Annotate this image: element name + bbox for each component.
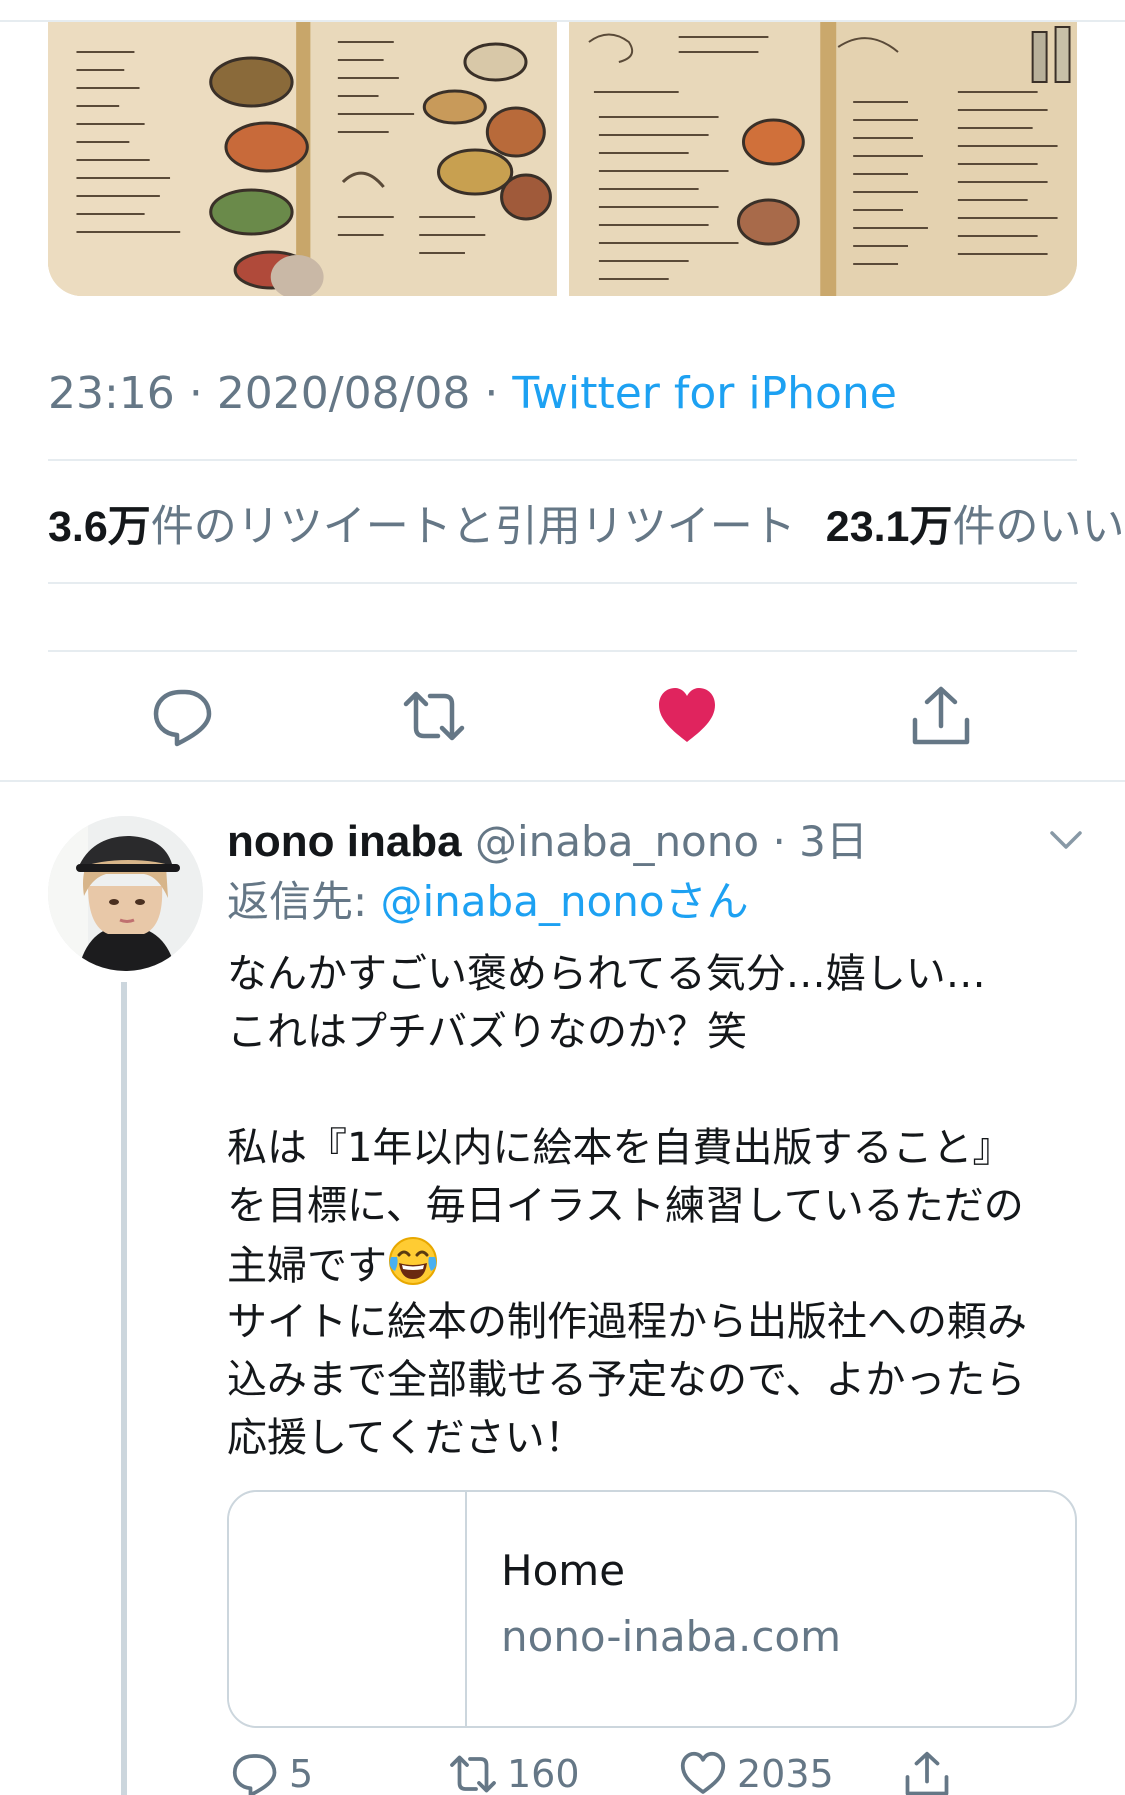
menu-photo-left[interactable] xyxy=(48,22,557,296)
like-count: 23.1万 xyxy=(825,503,953,551)
text-line: これはプチバズりなのか？笑 xyxy=(227,1009,747,1055)
username[interactable]: @inaba_nono xyxy=(475,817,759,866)
text-line: 応援してください！ xyxy=(227,1415,585,1461)
replying-to-label: 返信先: xyxy=(227,877,368,926)
chevron-down-icon[interactable] xyxy=(1046,820,1086,860)
share-icon xyxy=(912,686,970,745)
text-line xyxy=(227,1061,1077,1119)
display-name[interactable]: nono inaba xyxy=(227,817,462,866)
reply-header: nono inaba @inaba_nono · 3日 xyxy=(227,808,868,869)
text-line-with-emoji: 主婦です xyxy=(227,1235,1077,1293)
likes-stat[interactable]: 23.1万件のいいね xyxy=(826,502,1125,552)
meta-separator: · xyxy=(484,368,499,419)
like-label: 件のいいね xyxy=(952,502,1125,552)
retweet-icon xyxy=(403,691,465,741)
reply-button[interactable] xyxy=(147,680,219,752)
link-card-thumbnail xyxy=(229,1492,467,1726)
tweet-detail-screen: 23:16 · 2020/08/08 · Twitter for iPhone … xyxy=(0,0,1125,1795)
menu-photo-right[interactable] xyxy=(568,22,1077,296)
reply-text: なんかすごい褒められてる気分…嬉しい… これはプチバズりなのか？笑 私は『1年以… xyxy=(227,945,1077,1467)
link-card-title: Home xyxy=(501,1546,626,1595)
thread-connector xyxy=(121,982,127,1795)
reply-icon xyxy=(153,689,212,747)
tweet-action-bar xyxy=(48,650,1077,782)
like-count: 2035 xyxy=(737,1752,834,1795)
share-button[interactable] xyxy=(905,680,977,752)
retweet-label: 件のリツイートと引用リツイート xyxy=(150,502,796,552)
retweets-stat[interactable]: 3.6万件のリツイートと引用リツイート xyxy=(48,502,796,552)
meta-separator: · xyxy=(772,817,786,866)
reply-action-bar: 5 160 2035 xyxy=(227,1742,1087,1795)
tweet-time: 23:16 xyxy=(48,368,175,419)
link-card[interactable]: Home nono-inaba.com xyxy=(227,1490,1077,1728)
text-line: 私は『1年以内に絵本を自費出版すること』 xyxy=(227,1125,1013,1171)
retweet-count: 160 xyxy=(507,1752,580,1795)
retweet-count-button[interactable]: 160 xyxy=(449,1750,580,1795)
tweet-media[interactable] xyxy=(48,22,1077,296)
face-with-tears-of-joy-icon xyxy=(389,1237,437,1285)
reply-count: 5 xyxy=(289,1752,314,1795)
heart-filled-icon xyxy=(659,688,715,742)
engagement-stats: 3.6万件のリツイートと引用リツイート 23.1万件のいいね xyxy=(48,492,1125,554)
text-line: 込みまで全部載せる予定なので、よかったら xyxy=(227,1357,1026,1403)
like-button[interactable] xyxy=(651,680,723,752)
retweet-count: 3.6万 xyxy=(48,503,151,551)
reply-icon xyxy=(232,1754,277,1795)
meta-separator: · xyxy=(188,368,203,419)
text-line: サイトに絵本の制作過程から出版社への頼み xyxy=(227,1299,1027,1345)
share-button[interactable] xyxy=(903,1750,951,1795)
retweet-button[interactable] xyxy=(398,680,470,752)
like-count-button[interactable]: 2035 xyxy=(679,1750,834,1795)
reply-age: 3日 xyxy=(799,817,868,866)
share-icon xyxy=(905,1751,949,1795)
tweet-source-link[interactable]: Twitter for iPhone xyxy=(512,368,896,419)
text-line: を目標に、毎日イラスト練習しているただの xyxy=(227,1183,1024,1229)
replying-to-handle[interactable]: @inaba_nonoさん xyxy=(381,877,749,926)
link-card-domain: nono-inaba.com xyxy=(501,1612,842,1661)
text-line: なんかすごい褒められてる気分…嬉しい… xyxy=(227,951,986,997)
retweet-icon xyxy=(450,1755,496,1793)
divider xyxy=(48,459,1077,461)
divider xyxy=(48,582,1077,584)
tweet-timestamp: 23:16 · 2020/08/08 · Twitter for iPhone xyxy=(48,368,897,419)
tweet-date: 2020/08/08 xyxy=(216,368,471,419)
avatar[interactable] xyxy=(48,816,203,971)
reply-count-button[interactable]: 5 xyxy=(231,1750,313,1795)
section-divider xyxy=(0,780,1125,782)
text-line: 主婦です xyxy=(227,1243,387,1289)
replying-to: 返信先: @inaba_nonoさん xyxy=(227,868,749,929)
heart-outline-icon xyxy=(680,1751,726,1794)
